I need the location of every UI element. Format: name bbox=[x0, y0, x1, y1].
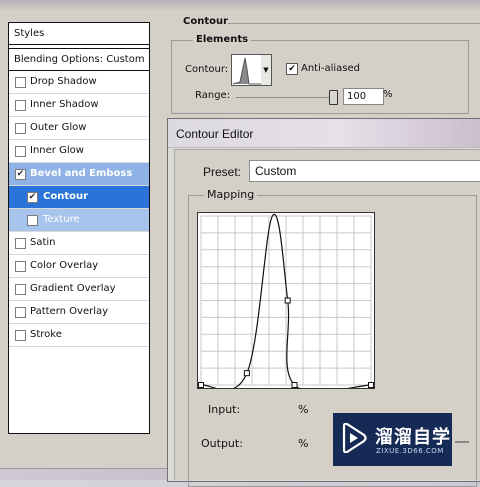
style-item-color-overlay[interactable]: Color Overlay bbox=[9, 255, 149, 278]
elements-title: Elements bbox=[193, 34, 252, 45]
style-item-inner-glow[interactable]: Inner Glow bbox=[9, 140, 149, 163]
style-item-label: Gradient Overlay bbox=[30, 283, 116, 294]
style-item-label: Color Overlay bbox=[30, 260, 99, 271]
style-item-label: Pattern Overlay bbox=[30, 306, 109, 317]
anti-aliased-checkbox[interactable]: ✔ bbox=[286, 63, 298, 75]
watermark-text: 溜溜自学 bbox=[375, 427, 451, 448]
style-item-checkbox[interactable] bbox=[15, 330, 26, 341]
curve-control-point[interactable] bbox=[368, 382, 374, 388]
preset-label: Preset: bbox=[203, 165, 242, 179]
style-item-checkbox[interactable] bbox=[15, 307, 26, 318]
style-item-checkbox[interactable]: ✔ bbox=[15, 169, 26, 180]
style-item-checkbox[interactable] bbox=[15, 100, 26, 111]
curve-control-point[interactable] bbox=[198, 382, 204, 388]
contour-thumbnail-curve bbox=[232, 57, 261, 85]
mapping-title: Mapping bbox=[204, 188, 258, 201]
styles-items: Drop Shadow Inner Shadow Outer Glow Inner G… bbox=[9, 71, 149, 347]
style-item-texture[interactable]: Texture bbox=[9, 209, 149, 232]
contour-preview-thumbnail[interactable] bbox=[231, 54, 263, 86]
range-slider-thumb[interactable] bbox=[329, 90, 338, 105]
output-unit: % bbox=[298, 437, 309, 450]
style-item-label: Drop Shadow bbox=[30, 76, 97, 87]
play-logo-icon bbox=[342, 423, 367, 453]
style-item-gradient-overlay[interactable]: Gradient Overlay bbox=[9, 278, 149, 301]
style-item-label: Outer Glow bbox=[30, 122, 87, 133]
style-item-label: Contour bbox=[43, 191, 89, 202]
style-item-checkbox[interactable] bbox=[15, 261, 26, 272]
style-item-label: Bevel and Emboss bbox=[30, 168, 133, 179]
top-strip bbox=[0, 0, 480, 12]
editor-title: Contour Editor bbox=[176, 127, 254, 141]
decorative-line bbox=[455, 441, 469, 443]
contour-section-title: Contour bbox=[183, 16, 229, 27]
watermark-badge: 溜溜自学 ZIXUE.3D66.COM bbox=[333, 413, 452, 466]
contour-label: Contour: bbox=[185, 64, 229, 75]
style-item-satin[interactable]: Satin bbox=[9, 232, 149, 255]
style-item-drop-shadow[interactable]: Drop Shadow bbox=[9, 71, 149, 94]
preset-select[interactable]: Custom bbox=[249, 160, 480, 182]
anti-aliased-label: Anti-aliased bbox=[301, 63, 361, 74]
style-item-checkbox[interactable] bbox=[15, 238, 26, 249]
input-label: Input: bbox=[208, 403, 241, 416]
curve-control-point[interactable] bbox=[291, 382, 298, 388]
style-item-label: Stroke bbox=[30, 329, 62, 340]
style-item-label: Texture bbox=[43, 214, 80, 225]
style-item-checkbox[interactable] bbox=[15, 123, 26, 134]
range-label: Range: bbox=[195, 90, 231, 101]
styles-list-panel: Styles Blending Options: Custom Drop Sha… bbox=[8, 22, 150, 434]
style-item-outer-glow[interactable]: Outer Glow bbox=[9, 117, 149, 140]
curve-control-point[interactable] bbox=[243, 370, 250, 377]
output-label: Output: bbox=[201, 437, 243, 450]
style-item-inner-shadow[interactable]: Inner Shadow bbox=[9, 94, 149, 117]
style-item-stroke[interactable]: Stroke bbox=[9, 324, 149, 347]
style-item-label: Inner Glow bbox=[30, 145, 84, 156]
style-item-checkbox[interactable] bbox=[15, 146, 26, 157]
contour-curve-graph[interactable] bbox=[197, 212, 375, 393]
style-item-checkbox[interactable]: ✔ bbox=[27, 192, 38, 203]
style-item-contour[interactable]: ✔ Contour bbox=[9, 186, 149, 209]
style-item-checkbox[interactable] bbox=[15, 284, 26, 295]
style-item-label: Satin bbox=[30, 237, 56, 248]
style-item-checkbox[interactable] bbox=[27, 215, 38, 226]
style-item-bevel-and-emboss[interactable]: ✔ Bevel and Emboss bbox=[9, 163, 149, 186]
style-item-label: Inner Shadow bbox=[30, 99, 99, 110]
section-divider bbox=[228, 23, 480, 24]
editor-titlebar[interactable]: Contour Editor bbox=[168, 119, 480, 148]
watermark-subtext: ZIXUE.3D66.COM bbox=[376, 447, 444, 455]
chevron-down-icon: ▼ bbox=[263, 66, 269, 74]
contour-curve-canvas[interactable] bbox=[198, 213, 374, 393]
range-unit: % bbox=[383, 89, 393, 100]
blending-options-item[interactable]: Blending Options: Custom bbox=[9, 48, 149, 71]
style-item-pattern-overlay[interactable]: Pattern Overlay bbox=[9, 301, 149, 324]
styles-header[interactable]: Styles bbox=[9, 23, 149, 45]
range-value-input[interactable]: 100 bbox=[343, 88, 384, 105]
range-slider-track[interactable] bbox=[236, 97, 336, 98]
curve-control-point[interactable] bbox=[284, 297, 291, 304]
checkmark-icon: ✔ bbox=[288, 64, 296, 74]
elements-group bbox=[171, 40, 469, 114]
style-item-checkbox[interactable] bbox=[15, 77, 26, 88]
contour-dropdown-button[interactable]: ▼ bbox=[261, 54, 272, 86]
input-unit: % bbox=[298, 403, 309, 416]
